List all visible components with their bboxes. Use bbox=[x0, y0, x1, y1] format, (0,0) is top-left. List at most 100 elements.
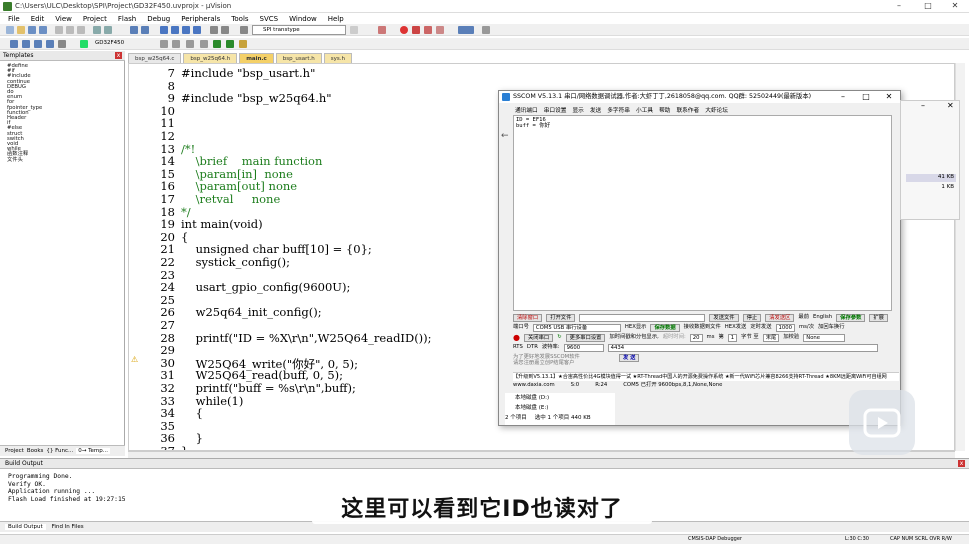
translate-icon[interactable] bbox=[10, 40, 18, 48]
minimize-button[interactable]: – bbox=[885, 0, 913, 13]
menu-tools[interactable]: Tools bbox=[231, 15, 248, 23]
tab-sys-h[interactable]: sys.h bbox=[323, 53, 352, 63]
video-play-button[interactable] bbox=[849, 390, 915, 455]
open-folder-icon[interactable] bbox=[17, 26, 25, 34]
tab-find-in-files[interactable]: Find In Files bbox=[52, 524, 84, 530]
menu-svcs[interactable]: SVCS bbox=[260, 15, 279, 23]
byte-start-input[interactable]: 1 bbox=[727, 333, 738, 342]
bookmark-icon[interactable] bbox=[160, 26, 168, 34]
explorer-minimize-button[interactable]: – bbox=[921, 101, 925, 110]
save-all-icon[interactable] bbox=[39, 26, 47, 34]
stop-button[interactable]: 停止 bbox=[742, 313, 762, 322]
menu-peripherals[interactable]: Peripherals bbox=[181, 15, 220, 23]
rebuild-icon[interactable] bbox=[34, 40, 42, 48]
sscom-menu-multistring[interactable]: 多字符串 bbox=[607, 105, 630, 114]
menu-window[interactable]: Window bbox=[289, 15, 317, 23]
send-text-input[interactable]: 4434 bbox=[607, 343, 878, 352]
editor-horizontal-scrollbar[interactable] bbox=[128, 451, 955, 458]
save-params-button[interactable]: 保存参数 bbox=[836, 313, 866, 322]
stop-build-icon[interactable] bbox=[58, 40, 66, 48]
send-button[interactable]: 发 送 bbox=[619, 354, 640, 362]
add-crlf-checkbox[interactable]: 加回车换行 bbox=[818, 323, 845, 332]
sscom-ad-ticker[interactable]: 【升级到V5.13.1】★合宙高性价比4G模块值得一试 ★RT-Thread中国… bbox=[513, 372, 899, 381]
timed-send-checkbox[interactable]: 定时发送 bbox=[750, 323, 771, 332]
dtr-checkbox[interactable]: DTR bbox=[527, 343, 538, 352]
tab-bsp-w25q64-h[interactable]: bsp_w25q64.h bbox=[183, 53, 238, 63]
nav-forward-icon[interactable] bbox=[141, 26, 149, 34]
sscom-menu-help[interactable]: 帮助 bbox=[659, 105, 670, 114]
batch-build-icon[interactable] bbox=[46, 40, 54, 48]
explorer-close-button[interactable]: ✕ bbox=[947, 101, 954, 110]
select-pack-icon[interactable] bbox=[200, 40, 208, 48]
breakpoint-disable-icon[interactable] bbox=[424, 26, 432, 34]
nav-back-icon[interactable] bbox=[130, 26, 138, 34]
check-icon[interactable] bbox=[226, 40, 234, 48]
component-icon[interactable] bbox=[239, 40, 247, 48]
always-on-top-checkbox[interactable]: 最前 bbox=[798, 313, 809, 322]
build-output-close-icon[interactable]: x bbox=[958, 460, 965, 467]
unindent-icon[interactable] bbox=[221, 26, 229, 34]
clear-window-button[interactable]: 清除窗口 bbox=[513, 313, 543, 322]
breakpoint-icon[interactable] bbox=[412, 26, 420, 34]
undo-icon[interactable] bbox=[93, 26, 101, 34]
tab-templates[interactable]: 0→ Temp... bbox=[76, 448, 111, 454]
maximize-button[interactable]: □ bbox=[914, 0, 942, 13]
tab-bsp-w25q64-c[interactable]: bsp_w25q64.c bbox=[128, 53, 182, 63]
find-combo[interactable]: SPI transtype bbox=[252, 25, 346, 35]
cut-icon[interactable] bbox=[55, 26, 63, 34]
sscom-menu-serial-settings[interactable]: 串口设置 bbox=[544, 105, 567, 114]
save-data-button[interactable]: 保存数据 bbox=[650, 323, 680, 332]
tab-functions[interactable]: {} Func... bbox=[46, 448, 73, 454]
menu-edit[interactable]: Edit bbox=[31, 15, 45, 23]
sscom-minimize-button[interactable]: – bbox=[832, 91, 854, 103]
sscom-close-button[interactable]: ✕ bbox=[878, 91, 900, 103]
tab-books[interactable]: Books bbox=[27, 448, 44, 454]
bookmark-clear-icon[interactable] bbox=[193, 26, 201, 34]
file-path-input[interactable] bbox=[579, 313, 706, 322]
window-layout-icon[interactable] bbox=[458, 26, 474, 34]
back-arrow-icon[interactable]: ← bbox=[501, 131, 509, 141]
paste-icon[interactable] bbox=[77, 26, 85, 34]
sscom-menu-display[interactable]: 显示 bbox=[573, 105, 584, 114]
hex-send-checkbox[interactable]: HEX发送 bbox=[725, 323, 747, 332]
menu-flash[interactable]: Flash bbox=[118, 15, 136, 23]
tab-build-output[interactable]: Build Output bbox=[5, 524, 46, 530]
menu-help[interactable]: Help bbox=[328, 15, 344, 23]
rts-checkbox[interactable]: RTS bbox=[513, 343, 523, 352]
menu-debug[interactable]: Debug bbox=[147, 15, 170, 23]
sscom-menu-tools[interactable]: 小工具 bbox=[636, 105, 653, 114]
target-select[interactable]: GD32F450 bbox=[95, 40, 124, 46]
send-file-button[interactable]: 发送文件 bbox=[709, 313, 739, 322]
copy-icon[interactable] bbox=[66, 26, 74, 34]
tab-main-c[interactable]: main.c bbox=[239, 53, 274, 63]
menu-view[interactable]: View bbox=[55, 15, 72, 23]
more-settings-button[interactable]: 更多串口设置 bbox=[565, 333, 606, 342]
download-icon[interactable] bbox=[80, 40, 88, 48]
templates-close-icon[interactable]: x bbox=[115, 52, 122, 59]
sscom-site[interactable]: www.daxia.com bbox=[513, 381, 555, 390]
recv-to-file-checkbox[interactable]: 接收数据到文件 bbox=[684, 323, 721, 332]
interval-input[interactable]: 1000 bbox=[775, 323, 796, 332]
menu-file[interactable]: File bbox=[8, 15, 20, 23]
timeout-input[interactable]: 20 bbox=[689, 333, 703, 342]
debug-start-icon[interactable] bbox=[400, 26, 408, 34]
file-extensions-icon[interactable] bbox=[172, 40, 180, 48]
configure-icon[interactable] bbox=[482, 26, 490, 34]
build-icon[interactable] bbox=[22, 40, 30, 48]
refresh-icon[interactable]: ↻ bbox=[557, 333, 561, 342]
clear-send-button[interactable]: 清发送区 bbox=[765, 313, 795, 322]
drive-d[interactable]: 本地磁盘 (D:) bbox=[505, 393, 615, 403]
sscom-menu-forum[interactable]: 大虾论坛 bbox=[705, 105, 728, 114]
sscom-menu-send[interactable]: 发送 bbox=[590, 105, 601, 114]
baud-select[interactable]: 9600 bbox=[563, 343, 604, 352]
bookmark-next-icon[interactable] bbox=[182, 26, 190, 34]
byte-end-select[interactable]: 末尾 bbox=[762, 333, 780, 342]
new-file-icon[interactable] bbox=[6, 26, 14, 34]
sscom-menu-port[interactable]: 通讯端口 bbox=[515, 105, 538, 114]
breakpoint-kill-icon[interactable] bbox=[436, 26, 444, 34]
hex-display-checkbox[interactable]: HEX显示 bbox=[625, 323, 647, 332]
add-timestamp-checkbox[interactable]: 加时间戳和分包显示, bbox=[609, 333, 658, 342]
tab-project[interactable]: Project bbox=[5, 448, 24, 454]
target-options-icon[interactable] bbox=[160, 40, 168, 48]
sscom-maximize-button[interactable]: □ bbox=[855, 91, 877, 103]
